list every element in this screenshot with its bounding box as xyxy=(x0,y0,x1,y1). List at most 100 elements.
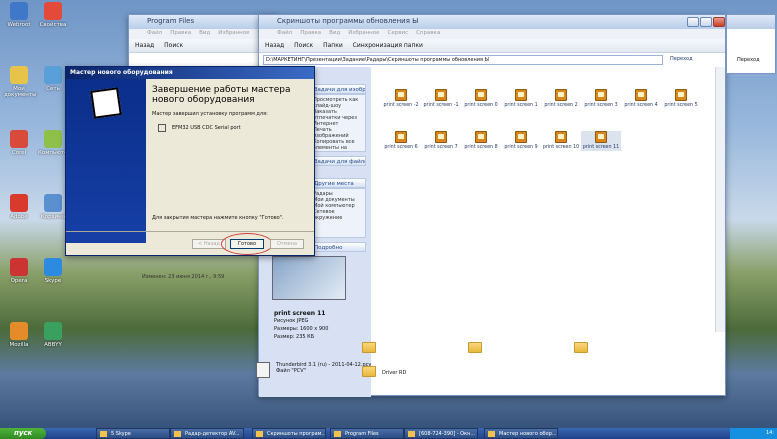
program-files-window[interactable]: Program Files ФайлПравкаВидИзбранноеСерв… xyxy=(128,14,310,74)
taskbar-button[interactable]: Мастер нового обор... xyxy=(484,428,558,439)
desktop-app-icon xyxy=(10,2,28,20)
taskbar-button[interactable]: Радар-детектор AV... xyxy=(170,428,244,439)
finish-highlight-ring xyxy=(221,233,273,255)
desktop-icon-label: ABBYY xyxy=(44,342,62,348)
folder-icon[interactable] xyxy=(362,366,376,377)
folder-icon[interactable] xyxy=(362,342,376,353)
wizard-heading: Завершение работы мастера нового оборудо… xyxy=(152,85,291,105)
image-file[interactable]: print screen 3 xyxy=(581,89,621,109)
menu-item[interactable]: Справка xyxy=(416,30,440,36)
image-file[interactable]: print screen -1 xyxy=(421,89,461,109)
jpeg-file-icon xyxy=(555,131,567,143)
wizard-installed-text: Мастер завершил установку программ для: xyxy=(152,111,268,117)
image-file[interactable]: print screen 4 xyxy=(621,89,661,109)
image-tasks[interactable]: Просмотреть как слайд-шоу Заказать отпеч… xyxy=(310,94,366,152)
menu-item[interactable]: Файл xyxy=(277,30,292,36)
jpeg-file-icon xyxy=(475,131,487,143)
cancel-button[interactable]: Отмена xyxy=(270,239,304,249)
folders-button[interactable]: Папки xyxy=(323,42,343,49)
image-file[interactable]: print screen 8 xyxy=(461,131,501,151)
start-button[interactable]: пуск xyxy=(0,428,46,439)
details-head[interactable]: Подробно xyxy=(310,242,366,252)
image-file[interactable]: print screen 5 xyxy=(661,89,701,109)
desktop-icon[interactable]: Мои документы xyxy=(4,66,36,98)
desktop-icon-label: Opera xyxy=(10,278,28,284)
taskbar-button[interactable]: 5 Skype xyxy=(96,428,170,439)
desktop-icon[interactable]: Свойства xyxy=(38,2,68,28)
image-file[interactable]: print screen 9 xyxy=(501,131,541,151)
taskbar-button[interactable]: Скриншоты програм... xyxy=(252,428,326,439)
menu-item[interactable]: Вид xyxy=(329,30,340,36)
image-file[interactable]: print screen 11 xyxy=(581,131,621,151)
jpeg-file-icon xyxy=(395,89,407,101)
desktop-icon[interactable]: Opera xyxy=(4,258,34,284)
sync-button[interactable]: Синхронизация папки xyxy=(353,42,423,49)
desktop-icon[interactable]: Skype xyxy=(38,258,68,284)
maximize-button[interactable] xyxy=(700,17,712,27)
desktop-icon[interactable]: Сеть xyxy=(38,66,68,92)
file-label: print screen 10 xyxy=(542,145,580,150)
search-button[interactable]: Поиск xyxy=(164,42,183,49)
detail-size-px: Размеры: 1600 x 900 xyxy=(274,326,329,332)
minimize-button[interactable] xyxy=(687,17,699,27)
image-file[interactable]: print screen 7 xyxy=(421,131,461,151)
driver-folder-label[interactable]: Driver RD xyxy=(382,370,406,376)
background-window[interactable]: Переход xyxy=(726,14,776,74)
new-hardware-wizard[interactable]: Мастер нового оборудования Завершение ра… xyxy=(65,66,315,256)
file-label: print screen 6 xyxy=(384,145,418,150)
desktop-app-icon xyxy=(44,130,62,148)
detail-file-size: Размер: 235 КБ xyxy=(274,334,315,340)
desktop-icon[interactable]: Webroot xyxy=(4,2,34,28)
jpeg-file-icon xyxy=(675,89,687,101)
jpeg-file-icon xyxy=(555,89,567,101)
file-label: print screen 0 xyxy=(464,103,498,108)
menu-item[interactable]: Правка xyxy=(300,30,321,36)
wizard-hardware-icon xyxy=(90,87,122,119)
vertical-scrollbar[interactable] xyxy=(715,67,725,332)
search-button[interactable]: Поиск xyxy=(294,42,313,49)
menu-item[interactable]: Правка xyxy=(170,30,191,36)
menu-item[interactable]: Избранное xyxy=(218,30,249,36)
desktop-app-icon xyxy=(10,130,28,148)
jpeg-file-icon xyxy=(515,131,527,143)
menu-item[interactable]: Вид xyxy=(199,30,210,36)
background-go-button[interactable]: Переход xyxy=(737,57,760,63)
menu-item[interactable]: Файл xyxy=(147,30,162,36)
image-file[interactable]: print screen 0 xyxy=(461,89,501,109)
desktop-icon[interactable]: Корзина xyxy=(38,194,68,220)
wizard-title: Мастер нового оборудования xyxy=(66,67,314,79)
desktop-icon[interactable]: Corel xyxy=(4,130,34,156)
folder-icon[interactable] xyxy=(574,342,588,353)
menu-item[interactable]: Избранное xyxy=(348,30,379,36)
pcv-file-label[interactable]: Thunderbird 3.1 (ru) - 2011-04-12.pcv Фа… xyxy=(276,362,371,374)
desktop-app-icon xyxy=(10,322,28,340)
image-tasks-head[interactable]: Задачи для изображений xyxy=(310,84,366,94)
menu-item[interactable]: Сервис xyxy=(388,30,409,36)
image-file[interactable]: print screen 10 xyxy=(541,131,581,151)
back-button[interactable]: Назад xyxy=(135,42,154,49)
desktop-icon[interactable]: Adobe xyxy=(4,194,34,220)
pcv-file-icon[interactable] xyxy=(256,362,270,378)
go-button[interactable]: Переход xyxy=(667,55,707,65)
desktop-icon[interactable]: ABBYY xyxy=(38,322,68,348)
folder-icon[interactable] xyxy=(468,342,482,353)
back-button[interactable]: Назад xyxy=(265,42,284,49)
image-file[interactable]: print screen 2 xyxy=(541,89,581,109)
desktop-icon[interactable]: Компьютер xyxy=(38,130,71,156)
taskbar-button[interactable]: [608-724-390] - Окн... xyxy=(404,428,478,439)
other-places[interactable]: Радары Мои документы Мой компьютер Сетев… xyxy=(310,188,366,238)
taskbar-button[interactable]: Program Files xyxy=(330,428,404,439)
image-file[interactable]: print screen 6 xyxy=(381,131,421,151)
close-button[interactable] xyxy=(713,17,725,27)
image-file[interactable]: print screen 1 xyxy=(501,89,541,109)
image-file[interactable]: print screen -2 xyxy=(381,89,421,109)
wizard-divider xyxy=(66,231,314,232)
address-bar[interactable]: D:\МАРКЕТИНГ\Презентации\Задание\Радары\… xyxy=(263,55,663,65)
file-label: print screen 4 xyxy=(624,103,658,108)
file-label: print screen 3 xyxy=(584,103,618,108)
desktop-icon[interactable]: Mozilla xyxy=(4,322,34,348)
file-tasks-head[interactable]: Задачи для файлов и папок xyxy=(310,156,366,166)
jpeg-file-icon xyxy=(435,131,447,143)
other-places-head[interactable]: Другие места xyxy=(310,178,366,188)
desktop-icon-label: Adobe xyxy=(10,214,28,220)
